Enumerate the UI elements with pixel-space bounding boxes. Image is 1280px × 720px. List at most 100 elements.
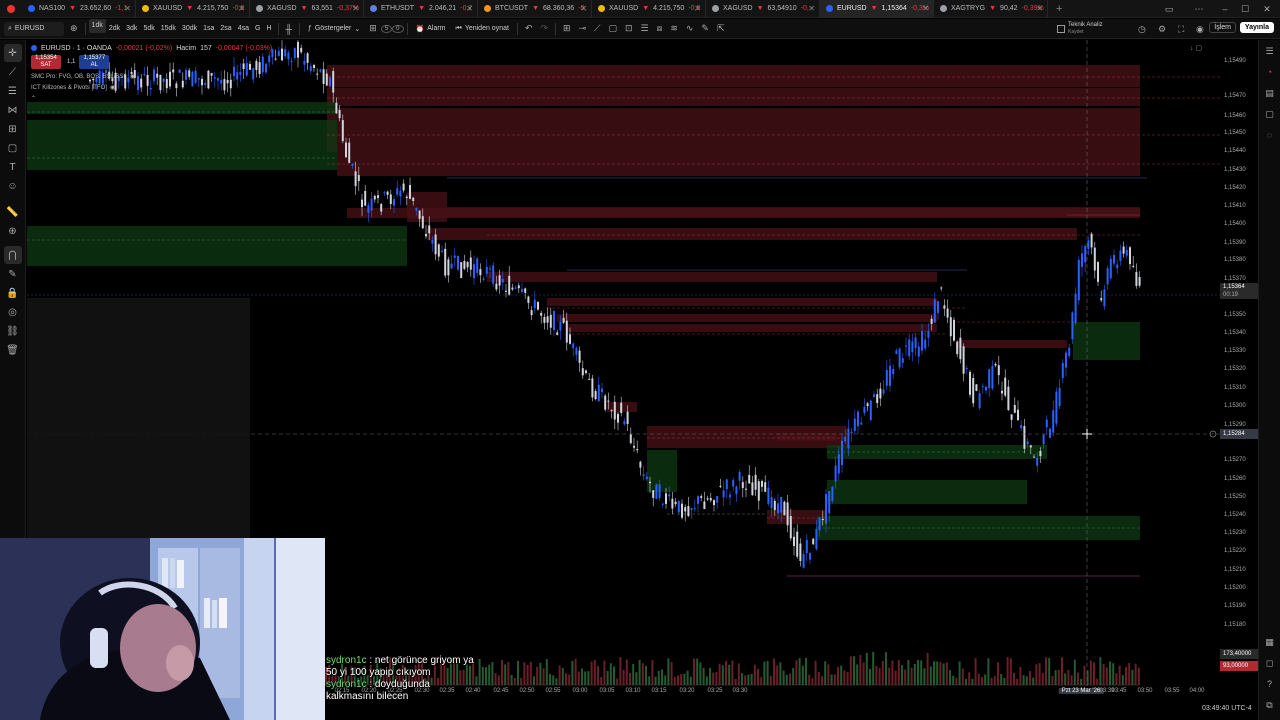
replay-button[interactable]: ⏮ Yeniden oynat [451, 19, 514, 39]
pattern-tool-icon[interactable]: ≋ [666, 23, 682, 34]
layout-icon[interactable]: ▭ [1156, 0, 1182, 18]
browser-tab-xauusd[interactable]: XAUUSD ▼ 4.215,750 -0,5 ✕ [592, 0, 706, 18]
app-logo-icon[interactable] [0, 0, 22, 18]
settings-gear-icon[interactable]: ⚙ [1154, 24, 1170, 35]
rectangle-tool-icon[interactable]: ▢ [604, 23, 621, 34]
volume-bar [501, 659, 503, 685]
brush-icon[interactable]: ✎ [697, 23, 713, 34]
window-more-icon[interactable]: ⋯ [1186, 0, 1212, 18]
indicator-smc[interactable]: SMC Pro: FVG, OB, BOS, BSL/SSL ◉ [31, 71, 272, 82]
alerts-clock-icon[interactable]: ◔ [1263, 65, 1277, 79]
close-tab-icon[interactable]: ✕ [466, 4, 473, 13]
layers-icon[interactable]: ⧉ [1263, 698, 1277, 712]
collapse-legend-icon[interactable]: ⌃ [31, 93, 272, 104]
horizontal-line-icon[interactable]: ⊸ [575, 23, 591, 34]
shapes-tool-icon[interactable]: ▢ [4, 139, 22, 157]
trend-line-icon[interactable]: ⟋ [590, 23, 604, 34]
trend-line-tool-icon[interactable]: ⟋ [4, 63, 22, 81]
browser-tab-nas100[interactable]: NAS100 ▼ 23.652,60 -1,1 ✕ [22, 0, 136, 18]
volume-bar [1118, 665, 1121, 685]
ideas-bulb-icon[interactable]: ◌ [1263, 128, 1277, 142]
utc-clock[interactable]: 03:49:40 UTC-4 [1202, 705, 1252, 712]
chart-type-candles-icon[interactable]: ╫ [282, 24, 296, 34]
close-tab-icon[interactable]: ✕ [1036, 4, 1043, 13]
stay-drawing-icon[interactable]: ✎ [4, 265, 22, 283]
grid-layout-icon[interactable]: ⊞ [559, 23, 575, 34]
interval-1dk[interactable]: 1dk [88, 18, 106, 33]
calendar-icon[interactable]: ▦ [1263, 635, 1277, 649]
close-window-icon[interactable]: ✕ [1254, 0, 1280, 18]
ruler-tool-icon[interactable]: 📏 [4, 203, 22, 221]
icons-tool-icon[interactable]: ☺ [4, 177, 22, 195]
interval-4sa[interactable]: 4sa [235, 19, 252, 39]
trash-icon[interactable]: 🗑 [4, 341, 22, 359]
interval-3dk[interactable]: 3dk [123, 19, 140, 39]
symbol-search[interactable]: ⌕ EURUSD [4, 21, 64, 36]
redo-icon[interactable]: ↷ [536, 23, 552, 34]
new-tab-plus-icon[interactable]: + [1048, 3, 1070, 15]
close-tab-icon[interactable]: ✕ [352, 4, 359, 13]
notifications-icon[interactable]: ◻ [1263, 656, 1277, 670]
legend-title[interactable]: EURUSD · 1 · OANDA [41, 45, 112, 52]
close-tab-icon[interactable]: ✕ [124, 4, 131, 13]
interval-2dk[interactable]: 2dk [106, 19, 123, 39]
browser-tab-xagusd[interactable]: XAGUSD ▼ 63,551 -0,37% ✕ [250, 0, 364, 18]
position-tool-icon[interactable]: ⧈ [653, 23, 667, 34]
close-tab-icon[interactable]: ✕ [922, 4, 929, 13]
eye-icon[interactable]: ◉ [110, 84, 115, 91]
chat-icon[interactable]: ▢ [1263, 107, 1277, 121]
crosshair-box-icon[interactable]: ⊡ [621, 23, 637, 34]
browser-tab-xauusd[interactable]: XAUUSD ▼ 4.215,750 -0,5 ✕ [136, 0, 250, 18]
projection-tool-icon[interactable]: ⊞ [4, 120, 22, 138]
interval-5dk[interactable]: 5dk [140, 19, 157, 39]
interval-H[interactable]: H [263, 19, 274, 39]
interval-2sa[interactable]: 2sa [217, 19, 234, 39]
close-tab-icon[interactable]: ✕ [694, 4, 701, 13]
hide-drawings-eye-icon[interactable]: ◎ [4, 303, 22, 321]
candle-body [562, 317, 565, 323]
undo-icon[interactable]: ↶ [521, 23, 537, 34]
wave-icon[interactable]: ∿ [682, 23, 698, 34]
watchlist-icon[interactable]: ☰ [1263, 44, 1277, 58]
eye-icon[interactable]: ◉ [130, 73, 135, 80]
browser-tab-eurusd[interactable]: EURUSD ▼ 1,15364 -0,3% ✕ [820, 0, 934, 18]
chat-message: kalkmasını bilecen [326, 691, 474, 703]
lock-icon[interactable]: 🔒 [4, 284, 22, 302]
templates-grid-icon[interactable]: ⊞ [365, 23, 381, 34]
cursor-crosshair-icon[interactable]: ✛ [3, 44, 22, 62]
alert-clock-icon[interactable]: ◷ [1134, 24, 1150, 35]
indicators-button[interactable]: ƒ Göstergeler ⌄ [303, 19, 365, 39]
interval-30dk[interactable]: 30dk [179, 19, 200, 39]
browser-tab-ethusdt[interactable]: ETHUSDT ▼ 2.046,21 -0,2 ✕ [364, 0, 478, 18]
fullscreen-icon[interactable]: ⛶ [1174, 24, 1188, 35]
alarm-button[interactable]: ⏰ Alarm [411, 19, 451, 39]
pattern-tool-icon[interactable]: ⋈ [4, 101, 22, 119]
help-icon[interactable]: ? [1263, 677, 1277, 691]
browser-tab-xagusd[interactable]: XAGUSD ▼ 63,54910 -0, ✕ [706, 0, 820, 18]
interval-G[interactable]: G [252, 19, 263, 39]
text-tool-icon[interactable]: T [4, 158, 22, 176]
publish-button[interactable]: Yayınla [1239, 22, 1274, 33]
link-icon[interactable]: ⛓ [4, 322, 22, 340]
indicator-ict[interactable]: ICT Killzones & Pivots [TFO] ◉ [31, 82, 272, 93]
browser-tab-xagtryg[interactable]: XAGTRYG ▼ 90,42 -0,39% ✕ [934, 0, 1048, 18]
interval-15dk[interactable]: 15dk [158, 19, 179, 39]
sell-button[interactable]: 1,15354 SAT [31, 55, 61, 69]
trade-button[interactable]: İşlem [1209, 22, 1236, 33]
fib-lines-icon[interactable]: ☰ [637, 23, 653, 34]
interval-1sa[interactable]: 1sa [200, 19, 217, 39]
buy-button[interactable]: 1,15377 AL [79, 55, 110, 69]
fibonacci-tool-icon[interactable]: ☰ [4, 82, 22, 100]
browser-tab-btcusdt[interactable]: BTCUSDT ▼ 68.360,36 -0, ✕ [478, 0, 592, 18]
measure-icon[interactable]: ⇱ [713, 23, 729, 34]
close-tab-icon[interactable]: ✕ [580, 4, 587, 13]
zoom-tool-icon[interactable]: ⊕ [4, 222, 22, 240]
compare-plus-icon[interactable]: ⊕ [66, 23, 82, 34]
close-tab-icon[interactable]: ✕ [238, 4, 245, 13]
camera-icon[interactable]: ◉ [1192, 24, 1208, 35]
magnet-icon[interactable]: ⋂ [3, 246, 22, 264]
technical-analysis-save[interactable]: Teknik Analiz Kaydet [1052, 19, 1108, 39]
price-axis[interactable]: ↓ ▢ 1,15490 1,15470 1,15460 1,15450 1,15440 1… [1190, 40, 1258, 686]
data-window-icon[interactable]: ▤ [1263, 86, 1277, 100]
close-tab-icon[interactable]: ✕ [808, 4, 815, 13]
